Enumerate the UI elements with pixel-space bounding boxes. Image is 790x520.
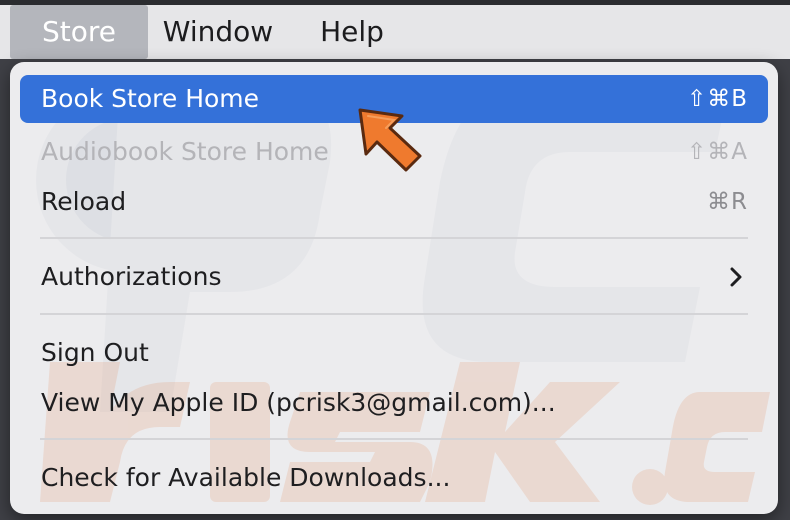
menu-item-shortcut: ⌘R: [707, 189, 748, 215]
menu-item-label: Reload: [41, 187, 127, 216]
menu-item-reload[interactable]: Reload ⌘R: [20, 178, 768, 226]
menu-separator: [40, 438, 748, 440]
menu-item-label: Audiobook Store Home: [41, 137, 329, 166]
menu-item-label: Authorizations: [41, 262, 222, 291]
menu-item-view-apple-id[interactable]: View My Apple ID (pcrisk3@gmail.com)...: [20, 379, 768, 427]
orange-arrow-pointer-icon: [358, 108, 422, 172]
menu-item-shortcut: ⇧⌘B: [686, 86, 748, 112]
menu-separator: [40, 237, 748, 239]
menu-item-authorizations[interactable]: Authorizations: [20, 253, 768, 301]
menu-item-check-downloads[interactable]: Check for Available Downloads...: [20, 454, 768, 502]
menu-item-label: View My Apple ID (pcrisk3@gmail.com)...: [41, 388, 556, 417]
menu-separator: [40, 313, 748, 315]
menubar-window[interactable]: Window: [152, 5, 284, 59]
menubar-help[interactable]: Help: [300, 5, 404, 59]
menubar-store[interactable]: Store: [10, 5, 148, 59]
menu-item-sign-out[interactable]: Sign Out: [20, 329, 768, 377]
menu-bar: Store Window Help: [0, 5, 790, 59]
menu-item-label: Book Store Home: [41, 84, 260, 113]
chevron-right-icon: [730, 267, 742, 287]
menu-item-label: Sign Out: [41, 338, 149, 367]
menu-item-label: Check for Available Downloads...: [41, 463, 451, 492]
menu-item-shortcut: ⇧⌘A: [686, 139, 748, 165]
